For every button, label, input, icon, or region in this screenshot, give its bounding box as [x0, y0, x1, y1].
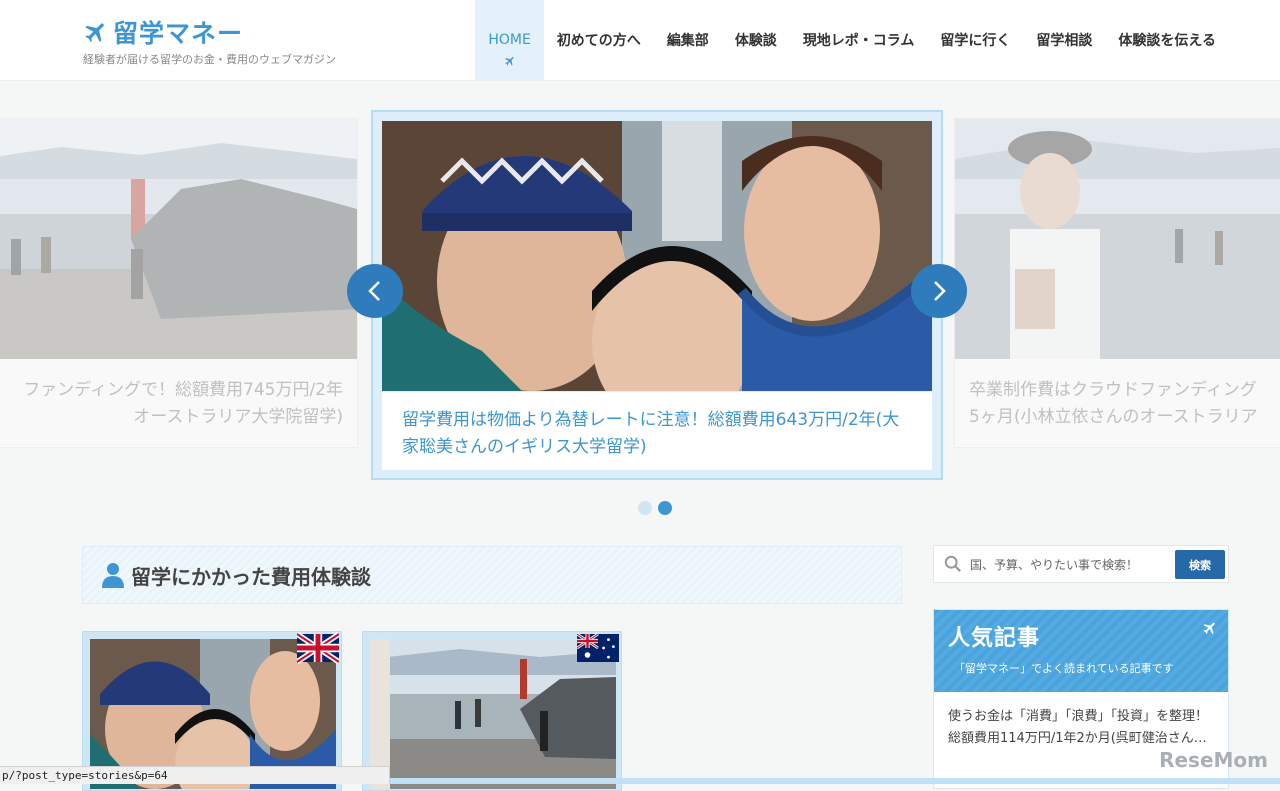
uk-flag-icon [297, 632, 339, 664]
slide-previous[interactable]: ファンディングで！総額費用745万円/2年 オーストラリア大学院留学) [0, 118, 358, 448]
australia-flag-icon [577, 632, 619, 662]
search-input[interactable] [968, 551, 1172, 579]
caption-line: 卒業制作費はクラウドファンディング [969, 380, 1257, 400]
chevron-left-icon [368, 281, 380, 301]
popular-title: 人気記事 [948, 626, 1041, 651]
slider-next-button[interactable] [911, 264, 967, 318]
nav-share-story[interactable]: 体験談を伝える [1105, 0, 1229, 80]
slider-dot-2[interactable] [658, 501, 672, 515]
slide-photo [382, 121, 932, 391]
main-nav: HOME 初めての方へ 編集部 体験談 現地レポ・コラム 留学に行く 留学相談 … [475, 0, 1229, 80]
popular-header: 人気記事 「留学マネー」でよく読まれている記事です [934, 610, 1228, 692]
featured-slider: ファンディングで！総額費用745万円/2年 オーストラリア大学院留学) 卒業制作… [0, 80, 1280, 520]
site-header: 留学マネー 経験者が届ける留学のお金・費用のウェブマガジン HOME 初めての方… [0, 0, 1280, 81]
watermark-logo: ReseMom [1159, 748, 1268, 772]
site-tagline: 経験者が届ける留学のお金・費用のウェブマガジン [83, 53, 336, 66]
browser-status-url: p/?post_type=stories&p=64 [0, 766, 390, 784]
section-title: 留学にかかった費用体験談 [131, 564, 371, 589]
slide-caption[interactable]: 卒業制作費はクラウドファンディング 5ヶ月(小林立依さんのオーストラリア [955, 377, 1280, 431]
nav-beginners[interactable]: 初めての方へ [544, 0, 654, 80]
section-header: 留学にかかった費用体験談 [82, 546, 902, 604]
bottom-strip [390, 778, 1280, 784]
caption-line: ファンディングで！総額費用745万円/2年 [23, 380, 343, 400]
airplane-icon [504, 57, 514, 66]
slide-current[interactable]: 留学費用は物価より為替レートに注意！総額費用643万円/2年(大家聡美さんのイギ… [371, 110, 943, 480]
slider-pagination [638, 501, 672, 515]
search-icon [944, 555, 961, 572]
chevron-right-icon [934, 281, 946, 301]
search-box: 検索 [933, 545, 1229, 583]
nav-consult[interactable]: 留学相談 [1023, 0, 1105, 80]
caption-line: 5ヶ月(小林立依さんのオーストラリア [969, 407, 1258, 427]
slide-next[interactable]: 卒業制作費はクラウドファンディング 5ヶ月(小林立依さんのオーストラリア [954, 118, 1280, 448]
slider-prev-button[interactable] [347, 264, 403, 318]
search-button[interactable]: 検索 [1175, 550, 1225, 579]
popular-article-link[interactable]: 使うお金は「消費」「浪費」「投資」を整理！総額費用114万円/1年2か月(呉町健… [934, 692, 1228, 750]
story-card[interactable] [362, 631, 622, 791]
nav-label: HOME [488, 32, 531, 48]
nav-reports[interactable]: 現地レポ・コラム [790, 0, 928, 80]
airplane-icon [1203, 622, 1215, 635]
slider-dot-1[interactable] [638, 501, 652, 515]
airplane-icon [85, 23, 104, 42]
nav-stories[interactable]: 体験談 [722, 0, 790, 80]
nav-home[interactable]: HOME [475, 0, 544, 80]
site-title[interactable]: 留学マネー [113, 14, 243, 50]
nav-editorial[interactable]: 編集部 [654, 0, 722, 80]
site-logo[interactable]: 留学マネー [83, 14, 243, 50]
caption-line: オーストラリア大学院留学) [133, 407, 343, 427]
popular-subtitle: 「留学マネー」でよく読まれている記事です [954, 662, 1174, 675]
slide-photo [0, 119, 357, 359]
slide-caption[interactable]: 留学費用は物価より為替レートに注意！総額費用643万円/2年(大家聡美さんのイギ… [382, 392, 932, 470]
nav-go-abroad[interactable]: 留学に行く [927, 0, 1023, 80]
slide-photo [955, 119, 1280, 359]
slide-caption[interactable]: ファンディングで！総額費用745万円/2年 オーストラリア大学院留学) [0, 377, 357, 431]
person-icon [102, 563, 124, 588]
